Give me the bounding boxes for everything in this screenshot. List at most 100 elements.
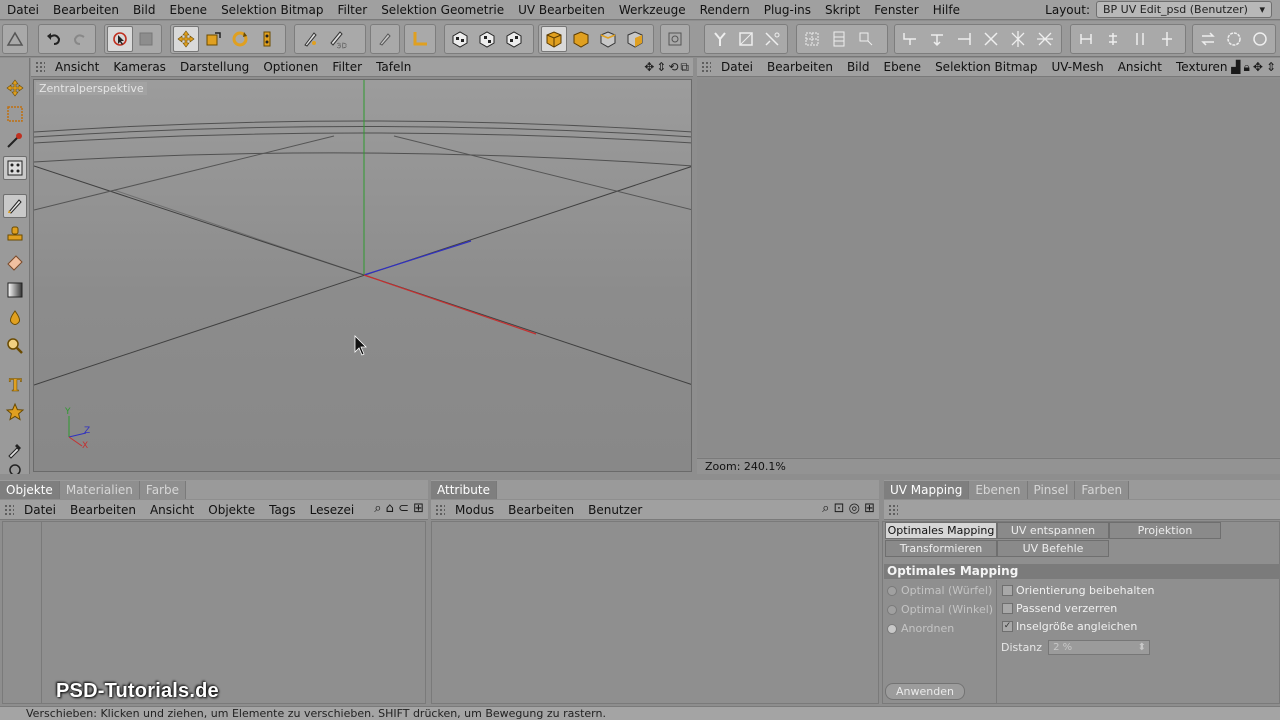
attr-menu-modus[interactable]: Modus — [455, 503, 502, 517]
vp-menu-filter[interactable]: Filter — [332, 60, 370, 74]
star-shape-icon[interactable] — [3, 400, 27, 424]
grip-handle[interactable] — [35, 61, 45, 73]
menu-filter[interactable]: Filter — [330, 3, 374, 17]
attr-menu-benutzer[interactable]: Benutzer — [588, 503, 650, 517]
apply-button[interactable]: Anwenden — [885, 683, 965, 700]
paint-3d-icon[interactable]: 3D — [324, 26, 350, 52]
tab-farbe[interactable]: Farbe — [139, 481, 186, 499]
magnifier-icon[interactable] — [3, 334, 27, 358]
dolly-view-icon[interactable]: ⇕ — [656, 60, 666, 75]
uv-grid-3-icon[interactable] — [853, 26, 879, 52]
redo-icon[interactable] — [68, 26, 94, 52]
stepper-icon[interactable]: ⬍ — [1138, 641, 1146, 654]
radio-optimal-wuerfel[interactable]: Optimal (Würfel) — [887, 584, 992, 597]
menu-ebene[interactable]: Ebene — [162, 3, 214, 17]
model-mode-icon[interactable] — [541, 26, 567, 52]
eraser-icon[interactable] — [3, 250, 27, 274]
menu-fenster[interactable]: Fenster — [867, 3, 926, 17]
check-inselgroesse[interactable]: ✓ Inselgröße angleichen — [1002, 620, 1137, 633]
attr-menu-bearbeiten[interactable]: Bearbeiten — [508, 503, 582, 517]
menu-selektion-bitmap[interactable]: Selektion Bitmap — [214, 3, 330, 17]
menu-bild[interactable]: Bild — [126, 3, 163, 17]
uv-distribute-1-icon[interactable] — [1073, 26, 1099, 52]
vp-menu-kameras[interactable]: Kameras — [113, 60, 174, 74]
edges-mode-icon[interactable] — [595, 26, 621, 52]
menu-selektion-geometrie[interactable]: Selektion Geometrie — [374, 3, 511, 17]
uv-align-1-icon[interactable] — [897, 26, 923, 52]
scale-icon[interactable] — [200, 26, 226, 52]
search-icon[interactable]: ⌕ — [374, 501, 381, 516]
new-window-icon[interactable]: ⊞ — [413, 501, 424, 516]
uv-menu-selektion-bitmap[interactable]: Selektion Bitmap — [935, 60, 1045, 74]
btn-optimales-mapping[interactable]: Optimales Mapping — [885, 522, 997, 539]
radio-anordnen[interactable]: Anordnen — [887, 622, 954, 635]
obj-menu-tags[interactable]: Tags — [269, 503, 304, 517]
obj-menu-datei[interactable]: Datei — [24, 503, 64, 517]
btn-transformieren[interactable]: Transformieren — [885, 540, 997, 557]
gradient-icon[interactable] — [3, 278, 27, 302]
viewport-3d[interactable]: Y Z X Zentralperspektive — [33, 79, 692, 472]
menu-bearbeiten[interactable]: Bearbeiten — [46, 3, 126, 17]
vp-menu-optionen[interactable]: Optionen — [263, 60, 326, 74]
eyedropper-icon[interactable] — [3, 438, 27, 462]
undo-icon[interactable] — [41, 26, 67, 52]
live-select-icon[interactable] — [107, 26, 133, 52]
paint-setup-icon[interactable] — [297, 26, 323, 52]
search-icon[interactable]: ⌕ — [822, 501, 829, 516]
more-tools-icon[interactable] — [3, 462, 27, 474]
lock-icon[interactable]: ⊡ — [834, 501, 845, 516]
uv-rotate-icon[interactable] — [1221, 26, 1246, 52]
uv-menu-bild[interactable]: Bild — [847, 60, 878, 74]
rect-select-icon[interactable] — [3, 102, 27, 126]
btn-uv-befehle[interactable]: UV Befehle — [997, 540, 1109, 557]
uv-distribute-4-icon[interactable] — [1154, 26, 1180, 52]
grip-handle[interactable] — [435, 503, 445, 516]
maximize-view-icon[interactable]: ⧉ — [680, 60, 689, 75]
uv-editor-view[interactable] — [697, 79, 1280, 457]
projection-paint-icon[interactable] — [373, 26, 397, 52]
uv-swap-icon[interactable] — [1195, 26, 1220, 52]
check-orientierung[interactable]: Orientierung beibehalten — [1002, 584, 1154, 597]
link-icon[interactable]: ⊂ — [398, 501, 409, 516]
move-tool-icon[interactable] — [3, 76, 27, 100]
home-icon[interactable]: ⌂ — [386, 501, 394, 516]
distanz-field[interactable]: 2 % ⬍ — [1048, 640, 1151, 655]
menu-hilfe[interactable]: Hilfe — [926, 3, 967, 17]
uv-tool-1-icon[interactable] — [707, 26, 732, 52]
tab-attribute[interactable]: Attribute — [431, 481, 497, 499]
render-picture-icon[interactable] — [474, 26, 500, 52]
obj-menu-ansicht[interactable]: Ansicht — [150, 503, 202, 517]
magic-wand-icon[interactable] — [3, 128, 27, 152]
rotate-icon[interactable] — [227, 26, 253, 52]
fill-drop-icon[interactable] — [3, 306, 27, 330]
uv-align-6-icon[interactable] — [1032, 26, 1058, 52]
menu-uv-bearbeiten[interactable]: UV Bearbeiten — [511, 3, 612, 17]
layout-icon[interactable] — [5, 26, 25, 52]
menu-plugins[interactable]: Plug-ins — [757, 3, 818, 17]
uv-menu-ebene[interactable]: Ebene — [883, 60, 929, 74]
menu-skript[interactable]: Skript — [818, 3, 867, 17]
menu-rendern[interactable]: Rendern — [693, 3, 757, 17]
histogram-icon[interactable]: ▟ — [1231, 60, 1240, 75]
uv-menu-datei[interactable]: Datei — [721, 60, 761, 74]
uv-align-4-icon[interactable] — [978, 26, 1004, 52]
dolly-view-icon[interactable]: ⇕ — [1266, 60, 1276, 75]
uv-tool-2-icon[interactable] — [733, 26, 758, 52]
transform-icon[interactable] — [254, 26, 280, 52]
btn-projektion[interactable]: Projektion — [1109, 522, 1221, 539]
menu-datei[interactable]: Datei — [0, 3, 46, 17]
vp-menu-ansicht[interactable]: Ansicht — [55, 60, 107, 74]
box-select-icon[interactable] — [134, 26, 159, 52]
menu-werkzeuge[interactable]: Werkzeuge — [612, 3, 693, 17]
vp-menu-darstellung[interactable]: Darstellung — [180, 60, 257, 74]
text-tool-icon[interactable]: T — [3, 372, 27, 396]
render-view-icon[interactable] — [447, 26, 473, 52]
uv-menu-texturen[interactable]: Texturen — [1176, 60, 1236, 74]
tab-ebenen[interactable]: Ebenen — [969, 481, 1028, 499]
target-icon[interactable]: ◎ — [849, 501, 860, 516]
tab-uv-mapping[interactable]: UV Mapping — [884, 481, 970, 499]
obj-menu-bearbeiten[interactable]: Bearbeiten — [70, 503, 144, 517]
uv-menu-uv-mesh[interactable]: UV-Mesh — [1051, 60, 1111, 74]
uv-tool-3-icon[interactable] — [760, 26, 785, 52]
move-view-icon[interactable]: ✥ — [644, 60, 654, 75]
